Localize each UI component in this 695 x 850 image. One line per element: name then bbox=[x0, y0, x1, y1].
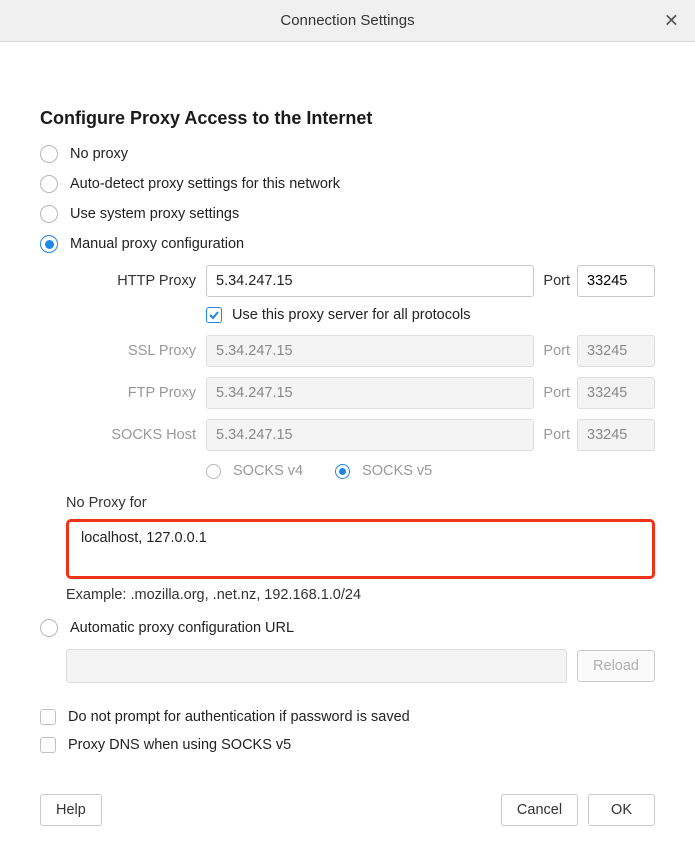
socks-host-row: SOCKS Host Port bbox=[76, 419, 655, 451]
dialog-content: Configure Proxy Access to the Internet N… bbox=[0, 42, 695, 753]
no-proxy-example: Example: .mozilla.org, .net.nz, 192.168.… bbox=[66, 587, 655, 603]
ssl-port-input bbox=[577, 335, 655, 367]
proxy-dns-checkbox[interactable] bbox=[40, 737, 56, 753]
no-proxy-for-label: No Proxy for bbox=[66, 495, 655, 511]
socks-host-input bbox=[206, 419, 534, 451]
radio-manual[interactable] bbox=[40, 235, 58, 253]
port-label: Port bbox=[534, 343, 577, 359]
dialog-footer: Help Cancel OK bbox=[40, 794, 655, 826]
socks-port-input bbox=[577, 419, 655, 451]
help-button[interactable]: Help bbox=[40, 794, 102, 826]
option-label: Use system proxy settings bbox=[70, 206, 239, 222]
option-label: No proxy bbox=[70, 146, 128, 162]
radio-no-proxy[interactable] bbox=[40, 145, 58, 163]
ssl-proxy-row: SSL Proxy Port bbox=[76, 335, 655, 367]
ssl-proxy-label: SSL Proxy bbox=[76, 343, 206, 359]
socks-v5-label: SOCKS v5 bbox=[362, 463, 432, 479]
option-label: Automatic proxy configuration URL bbox=[70, 620, 294, 636]
cancel-button[interactable]: Cancel bbox=[501, 794, 578, 826]
radio-use-system[interactable] bbox=[40, 205, 58, 223]
ssl-proxy-input bbox=[206, 335, 534, 367]
socks-host-label: SOCKS Host bbox=[76, 427, 206, 443]
port-label: Port bbox=[534, 273, 577, 289]
no-proxy-for-input[interactable]: localhost, 127.0.0.1 bbox=[66, 519, 655, 579]
radio-auto-url[interactable] bbox=[40, 619, 58, 637]
option-no-proxy[interactable]: No proxy bbox=[40, 145, 655, 163]
close-icon[interactable]: ✕ bbox=[664, 10, 679, 31]
socks-version-row: SOCKS v4 SOCKS v5 bbox=[206, 463, 655, 479]
option-label: Manual proxy configuration bbox=[70, 236, 244, 252]
ftp-port-input bbox=[577, 377, 655, 409]
radio-auto-detect[interactable] bbox=[40, 175, 58, 193]
radio-socks-v5[interactable] bbox=[335, 464, 350, 479]
proxy-dns-label: Proxy DNS when using SOCKS v5 bbox=[68, 737, 291, 753]
do-not-prompt-label: Do not prompt for authentication if pass… bbox=[68, 709, 410, 725]
ftp-proxy-input bbox=[206, 377, 534, 409]
option-manual[interactable]: Manual proxy configuration bbox=[40, 235, 655, 253]
port-label: Port bbox=[534, 385, 577, 401]
http-proxy-row: HTTP Proxy Port bbox=[76, 265, 655, 297]
ok-button[interactable]: OK bbox=[588, 794, 655, 826]
http-port-input[interactable] bbox=[577, 265, 655, 297]
option-auto-url[interactable]: Automatic proxy configuration URL bbox=[40, 619, 655, 637]
do-not-prompt-checkbox[interactable] bbox=[40, 709, 56, 725]
socks-v4-label: SOCKS v4 bbox=[233, 463, 303, 479]
no-proxy-for-value: localhost, 127.0.0.1 bbox=[81, 530, 207, 546]
ftp-proxy-label: FTP Proxy bbox=[76, 385, 206, 401]
do-not-prompt-row[interactable]: Do not prompt for authentication if pass… bbox=[40, 709, 655, 725]
http-proxy-input[interactable] bbox=[206, 265, 534, 297]
reload-button[interactable]: Reload bbox=[577, 650, 655, 682]
auto-url-row: Reload bbox=[66, 649, 655, 683]
proxy-dns-row[interactable]: Proxy DNS when using SOCKS v5 bbox=[40, 737, 655, 753]
auto-url-input bbox=[66, 649, 567, 683]
option-use-system[interactable]: Use system proxy settings bbox=[40, 205, 655, 223]
dialog-title: Connection Settings bbox=[280, 12, 414, 29]
use-for-all-label: Use this proxy server for all protocols bbox=[232, 307, 471, 323]
port-label: Port bbox=[534, 427, 577, 443]
radio-socks-v4[interactable] bbox=[206, 464, 221, 479]
option-label: Auto-detect proxy settings for this netw… bbox=[70, 176, 340, 192]
option-auto-detect[interactable]: Auto-detect proxy settings for this netw… bbox=[40, 175, 655, 193]
ftp-proxy-row: FTP Proxy Port bbox=[76, 377, 655, 409]
use-for-all-checkbox[interactable] bbox=[206, 307, 222, 323]
section-heading: Configure Proxy Access to the Internet bbox=[40, 108, 655, 129]
http-proxy-label: HTTP Proxy bbox=[76, 273, 206, 289]
dialog-titlebar: Connection Settings ✕ bbox=[0, 0, 695, 42]
use-for-all-row[interactable]: Use this proxy server for all protocols bbox=[206, 307, 655, 323]
